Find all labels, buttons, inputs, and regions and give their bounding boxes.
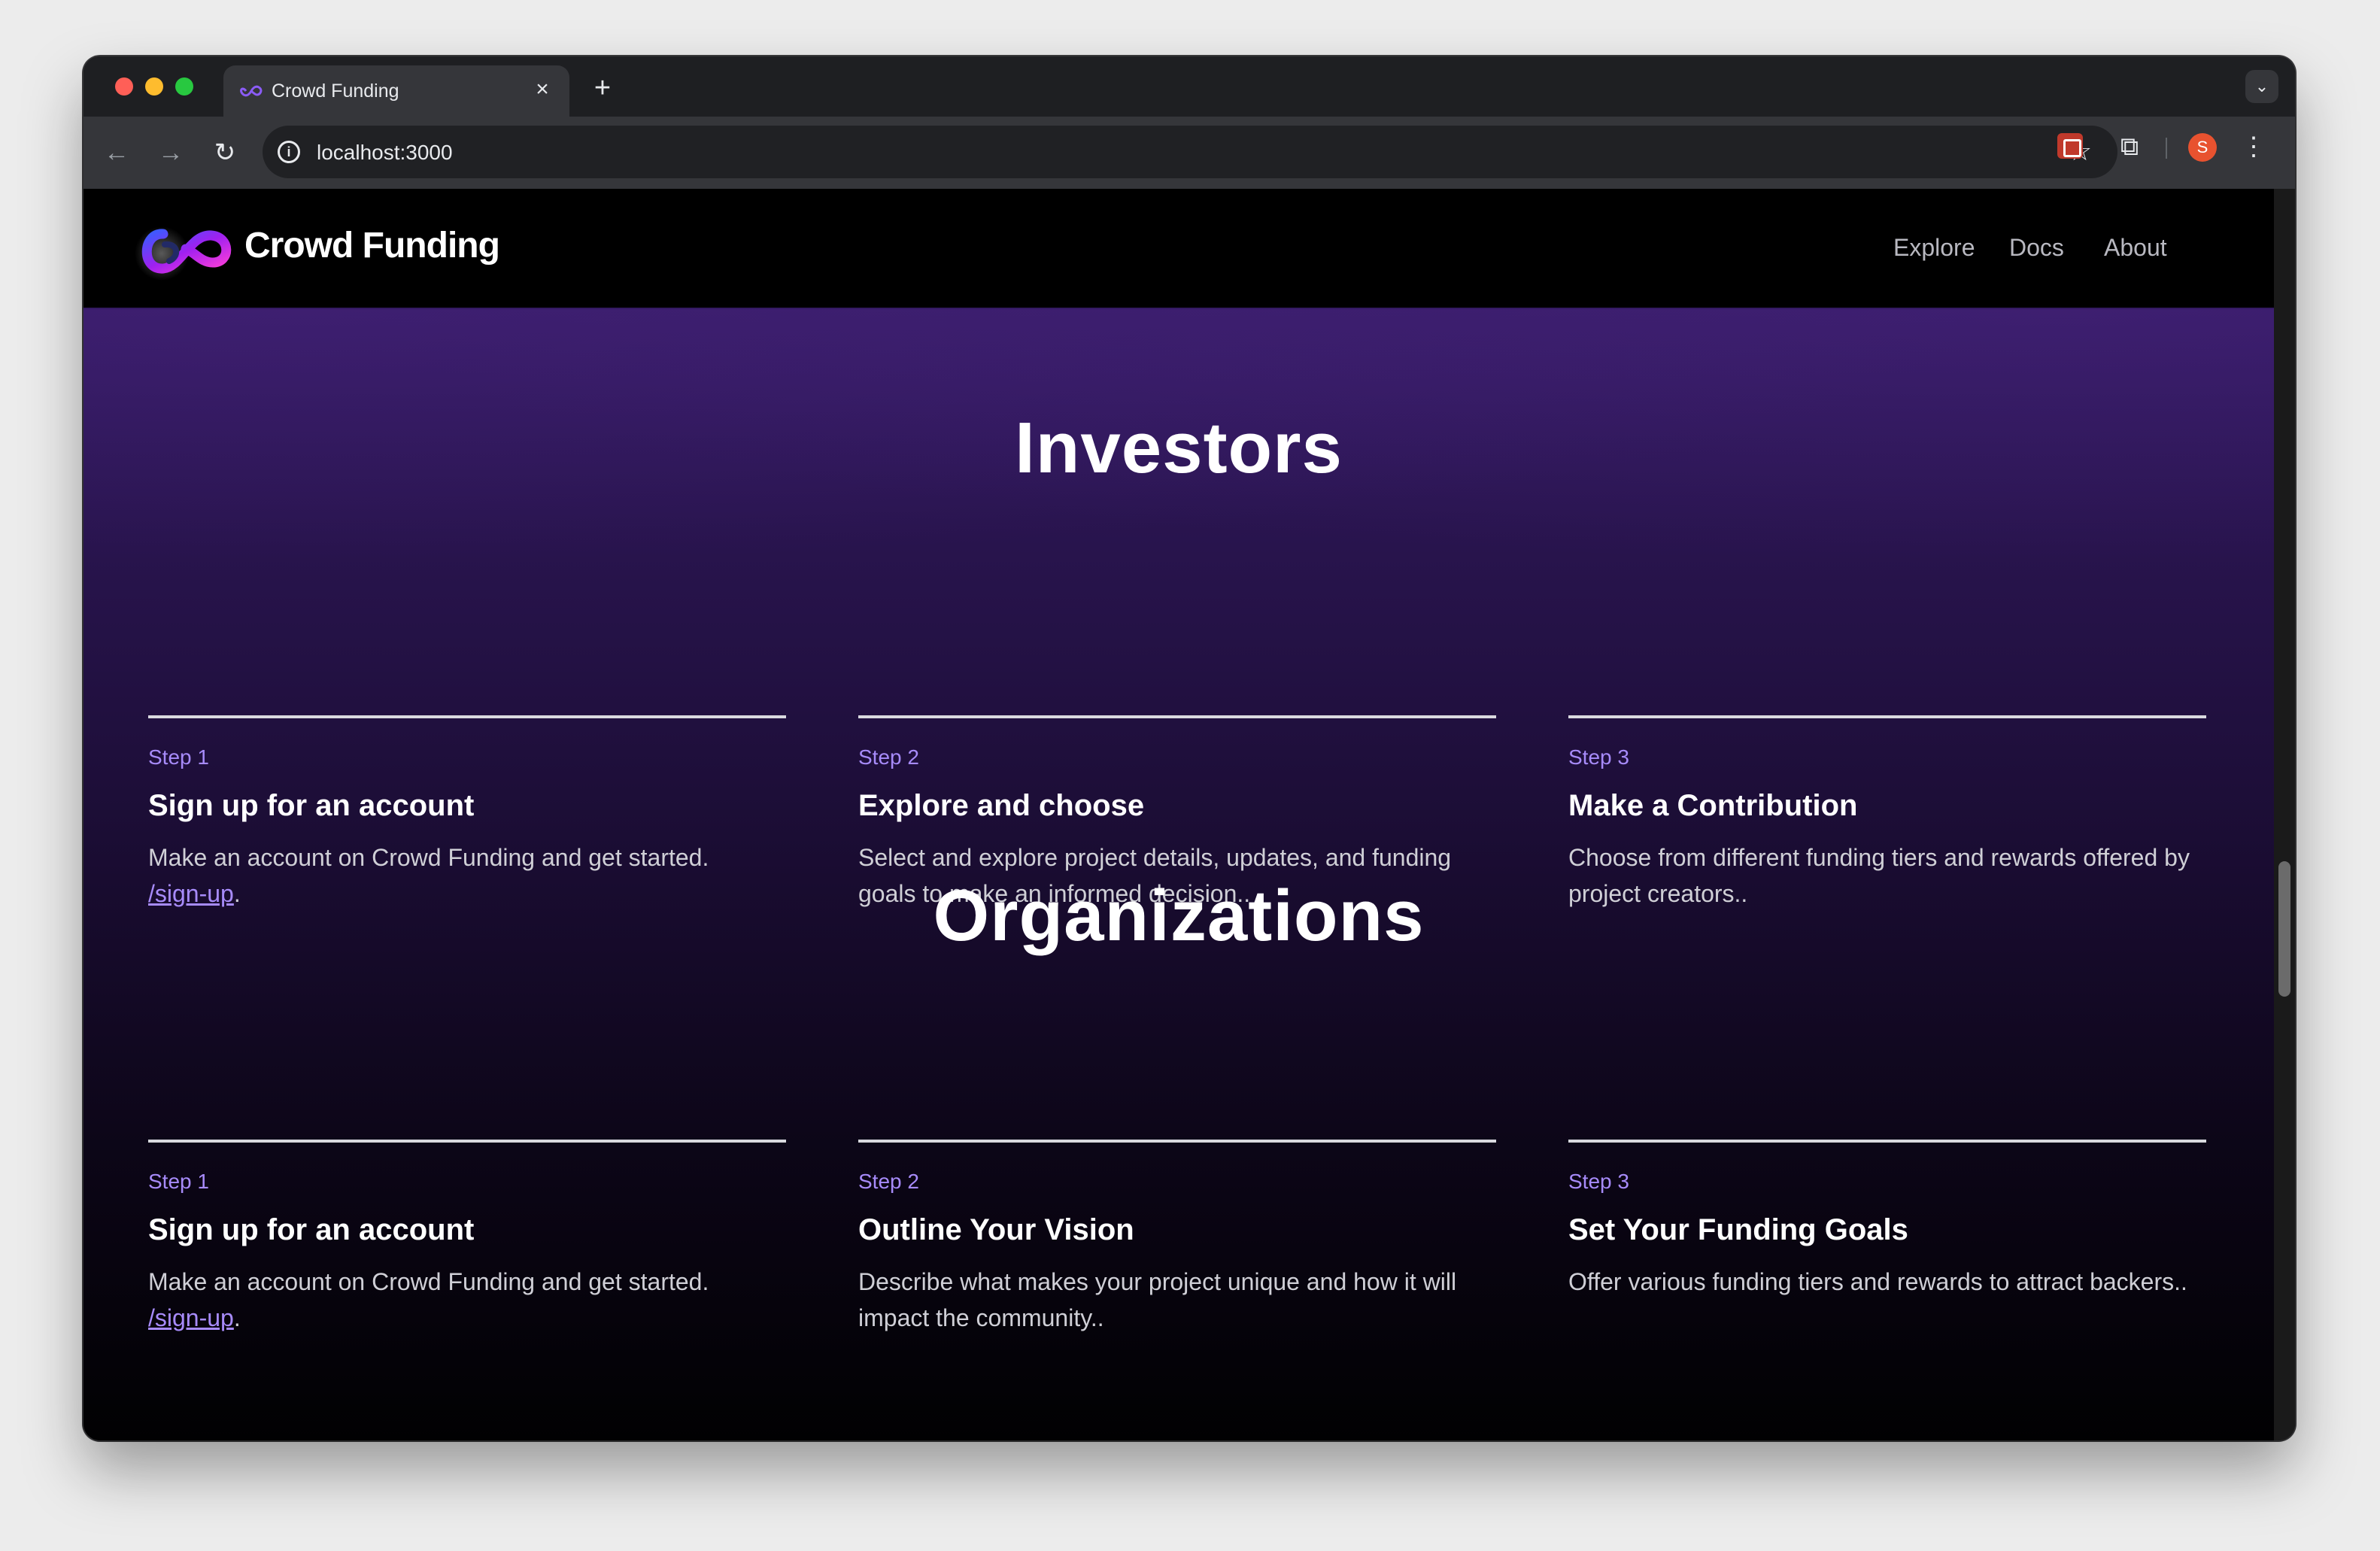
tab-close-icon[interactable]: × bbox=[529, 76, 556, 103]
step-description-text: Make an account on Crowd Funding and get… bbox=[148, 1268, 709, 1295]
step-description: Describe what makes your project unique … bbox=[858, 1268, 1457, 1331]
step-divider bbox=[858, 715, 1496, 718]
step-label: Step 1 bbox=[148, 745, 209, 769]
step-heading: Outline Your Vision bbox=[858, 1213, 1134, 1246]
brand-name[interactable]: Crowd Funding bbox=[244, 225, 500, 266]
url-text[interactable]: localhost:3000 bbox=[317, 141, 453, 165]
tab-favicon-icon bbox=[240, 85, 263, 97]
step-label: Step 3 bbox=[1568, 1170, 1629, 1193]
organization-step-3: Step 3 Set Your Funding Goals Offer vari… bbox=[1568, 1140, 2206, 1300]
tab-search-button[interactable]: ⌄ bbox=[2245, 70, 2278, 103]
kebab-menu-icon[interactable]: ⋮ bbox=[2241, 132, 2266, 162]
step-heading: Explore and choose bbox=[858, 789, 1145, 822]
step-label: Step 3 bbox=[1568, 745, 1629, 769]
puzzle-icon[interactable]: ⧉ bbox=[2114, 132, 2145, 162]
step-heading: Make a Contribution bbox=[1568, 789, 1858, 822]
step-heading: Sign up for an account bbox=[148, 1213, 475, 1246]
nav-docs-link[interactable]: Docs bbox=[2009, 234, 2064, 262]
tab-title: Crowd Funding bbox=[272, 80, 399, 102]
nav-explore-link[interactable]: Explore bbox=[1893, 234, 1975, 262]
minimize-window-button[interactable] bbox=[145, 77, 163, 96]
info-icon[interactable]: i bbox=[278, 141, 300, 163]
tab-strip: Crowd Funding × + ⌄ bbox=[83, 56, 2295, 117]
organization-step-1: Step 1 Sign up for an account Make an ac… bbox=[148, 1140, 786, 1336]
step-description: Offer various funding tiers and rewards … bbox=[1568, 1268, 2187, 1295]
sign-up-link[interactable]: /sign-up bbox=[148, 1304, 234, 1331]
step-divider bbox=[148, 715, 786, 718]
profile-avatar[interactable]: S bbox=[2188, 133, 2217, 162]
step-divider bbox=[148, 1140, 786, 1143]
step-divider bbox=[1568, 1140, 2206, 1143]
step-label: Step 1 bbox=[148, 1170, 209, 1193]
toolbar-divider bbox=[2166, 138, 2167, 159]
step-divider bbox=[1568, 715, 2206, 718]
step-label: Step 2 bbox=[858, 1170, 919, 1193]
step-label: Step 2 bbox=[858, 745, 919, 769]
site-header: Crowd Funding Explore Docs About bbox=[83, 189, 2274, 308]
infinity-logo-icon[interactable] bbox=[135, 219, 238, 281]
forward-arrow-icon[interactable]: → bbox=[153, 135, 189, 171]
step-heading: Sign up for an account bbox=[148, 789, 475, 822]
investors-title: Investors bbox=[1015, 408, 1343, 488]
reload-icon[interactable]: ↻ bbox=[207, 135, 243, 171]
back-arrow-icon[interactable]: ← bbox=[99, 135, 135, 171]
organization-step-2: Step 2 Outline Your Vision Describe what… bbox=[858, 1140, 1496, 1336]
address-bar[interactable]: i localhost:3000 ☆ bbox=[263, 126, 2117, 178]
browser-window: Crowd Funding × + ⌄ ← → ↻ i localhost:30… bbox=[83, 56, 2295, 1440]
maximize-window-button[interactable] bbox=[175, 77, 193, 96]
step-description: Make an account on Crowd Funding and get… bbox=[148, 1264, 786, 1336]
page-viewport: Crowd Funding Explore Docs About Investo… bbox=[83, 189, 2274, 1440]
extension-icon[interactable] bbox=[2057, 133, 2083, 159]
browser-toolbar: ← → ↻ i localhost:3000 ☆ bbox=[83, 117, 2295, 189]
organizations-title: Organizations bbox=[933, 876, 1425, 956]
link-suffix: . bbox=[233, 1304, 241, 1331]
scrollbar-thumb[interactable] bbox=[2278, 861, 2290, 997]
step-divider bbox=[858, 1140, 1496, 1143]
new-tab-button[interactable]: + bbox=[587, 74, 618, 105]
close-window-button[interactable] bbox=[115, 77, 133, 96]
step-description-text: Make an account on Crowd Funding and get… bbox=[148, 844, 709, 871]
tab-crowd-funding[interactable]: Crowd Funding × bbox=[223, 65, 569, 117]
step-heading: Set Your Funding Goals bbox=[1568, 1213, 1908, 1246]
scrollbar-track[interactable] bbox=[2274, 189, 2295, 1440]
nav-about-link[interactable]: About bbox=[2104, 234, 2167, 262]
